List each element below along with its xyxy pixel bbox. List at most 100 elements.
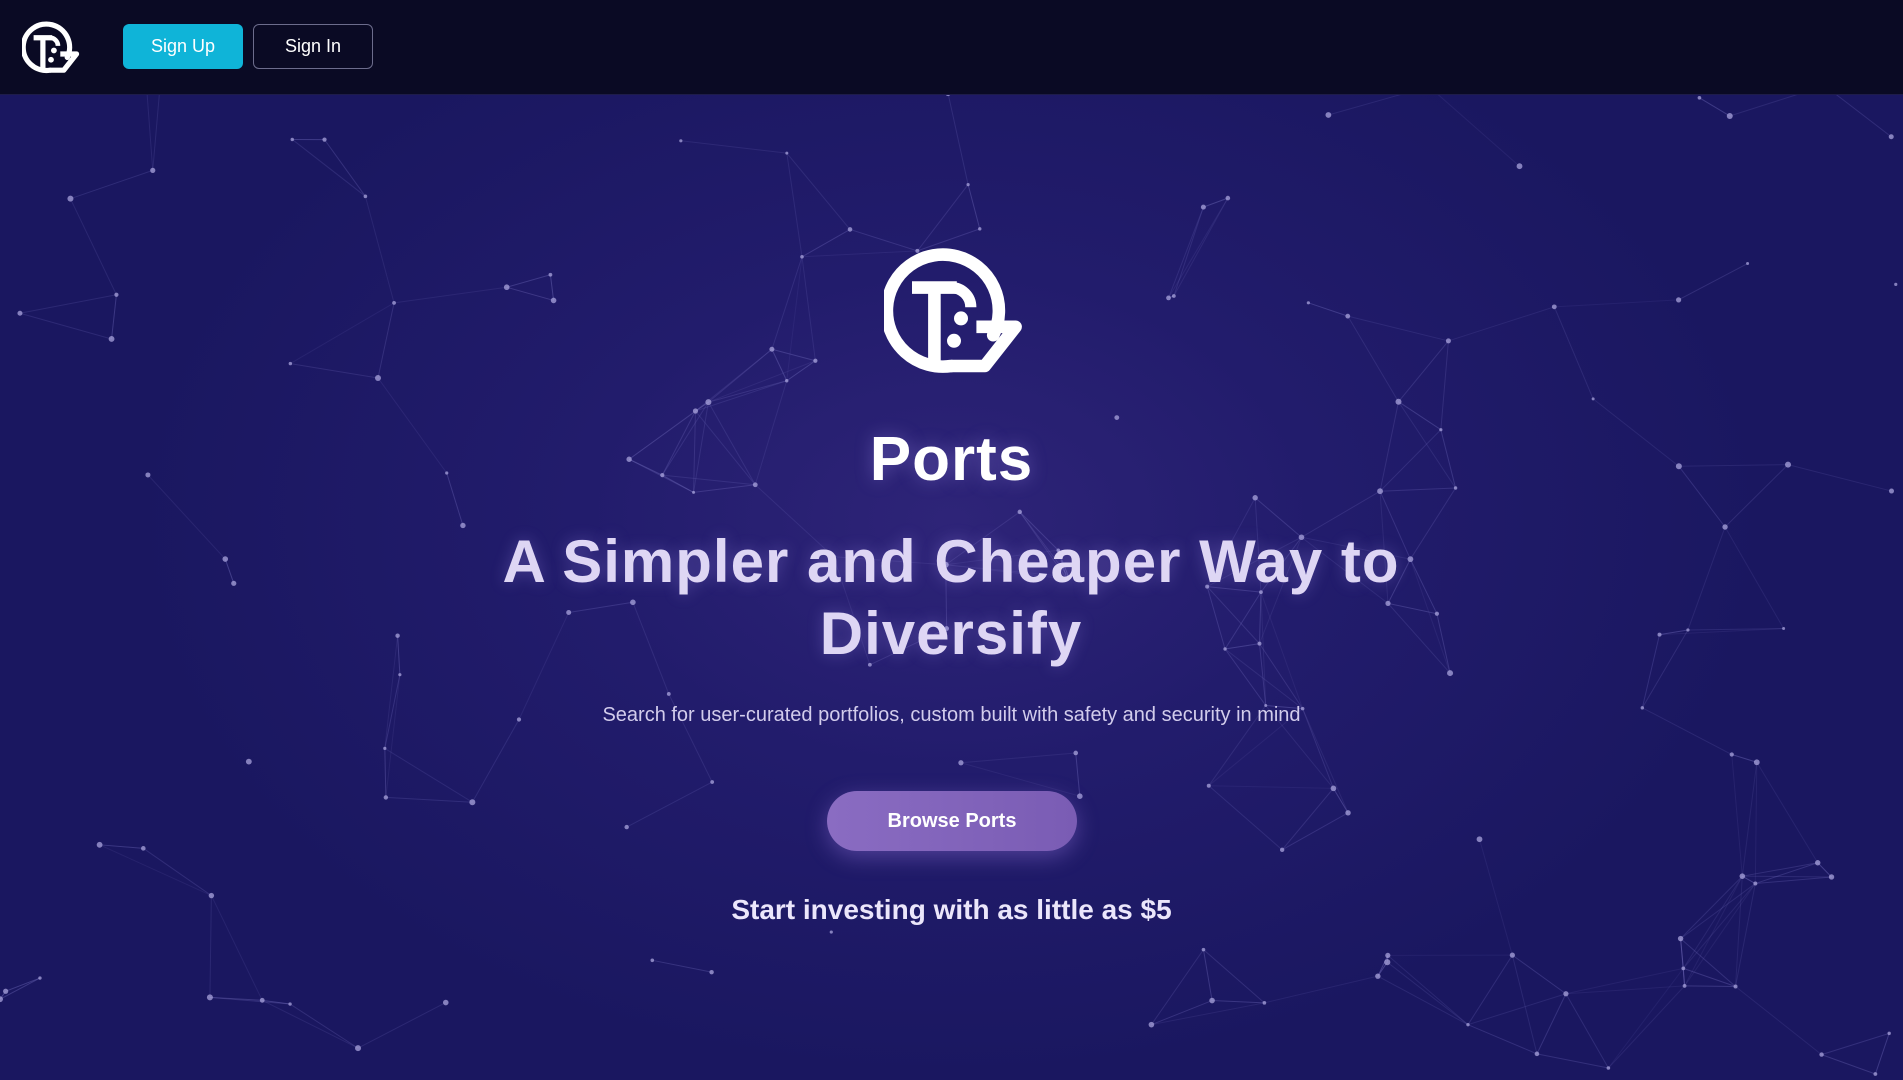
network-line <box>1683 967 1736 987</box>
network-line <box>967 184 981 229</box>
network-line <box>1386 961 1469 1026</box>
network-line <box>626 781 713 828</box>
network-line <box>5 977 41 992</box>
network-line <box>1565 967 1684 995</box>
network-node <box>1887 1031 1891 1036</box>
browse-ports-button[interactable]: Browse Ports <box>827 791 1077 851</box>
network-line <box>549 274 555 301</box>
network-node <box>288 361 293 366</box>
network-line <box>290 363 379 379</box>
network-node <box>1262 1001 1267 1005</box>
ports-logo-icon[interactable] <box>22 18 80 76</box>
network-line <box>384 748 387 798</box>
network-node <box>150 167 156 173</box>
network-line <box>1874 1033 1890 1075</box>
network-node <box>1225 195 1231 201</box>
network-node <box>785 151 789 155</box>
network-node <box>1509 952 1515 958</box>
network-line <box>1377 961 1388 977</box>
network-node <box>1073 750 1079 756</box>
network-node <box>288 1002 292 1006</box>
network-node <box>395 633 400 638</box>
network-line <box>1347 315 1399 402</box>
network-line <box>1168 206 1204 299</box>
network-line <box>1608 985 1685 1069</box>
network-line <box>1817 862 1832 878</box>
network-node <box>1753 881 1758 886</box>
network-line <box>19 312 112 340</box>
network-line <box>1512 954 1567 995</box>
network-node <box>222 556 229 562</box>
network-line <box>1607 968 1684 1069</box>
network-node <box>1114 415 1120 420</box>
network-line <box>1756 762 1819 864</box>
network-line <box>1398 340 1449 403</box>
network-line <box>771 348 816 362</box>
network-node <box>1563 991 1569 997</box>
network-line <box>385 674 401 798</box>
network-line <box>947 93 969 185</box>
network-node <box>800 255 804 259</box>
network-node <box>1726 112 1733 119</box>
network-node <box>624 824 629 830</box>
network-line <box>1659 629 1689 636</box>
network-line <box>1202 949 1213 1001</box>
network-node <box>1325 112 1332 118</box>
network-node <box>3 988 9 994</box>
network-line <box>960 752 1076 764</box>
network-line <box>506 286 554 301</box>
network-node <box>141 846 146 851</box>
network-node <box>1819 1052 1824 1057</box>
network-node <box>1345 313 1351 319</box>
network-line <box>377 302 395 379</box>
network-node <box>1017 509 1022 515</box>
network-node <box>1746 262 1750 266</box>
network-node <box>1375 973 1381 979</box>
network-line <box>786 153 803 257</box>
network-line <box>262 999 291 1005</box>
network-node <box>1166 295 1171 301</box>
network-line <box>1208 785 1283 851</box>
network-line <box>1684 985 1736 988</box>
network-line <box>652 959 712 973</box>
network-line <box>1742 875 1832 878</box>
network-node <box>1516 163 1523 170</box>
network-line <box>1208 785 1334 789</box>
network-node <box>374 374 381 381</box>
sign-in-button[interactable]: Sign In <box>253 24 373 69</box>
network-node <box>1894 282 1898 287</box>
network-line <box>801 228 851 258</box>
page: Sign Up Sign In Ports A Simpler and Chea… <box>0 0 1903 1080</box>
sign-up-button[interactable]: Sign Up <box>123 24 243 69</box>
network-node <box>1697 96 1702 100</box>
network-line <box>1641 634 1661 708</box>
network-node <box>710 780 715 784</box>
network-node <box>679 139 683 143</box>
network-line <box>384 635 399 749</box>
network-node <box>1201 947 1206 952</box>
network-line <box>1680 938 1736 987</box>
network-node <box>550 297 557 304</box>
network-node <box>709 969 714 975</box>
network-node <box>17 310 23 316</box>
network-node <box>503 284 510 291</box>
network-node <box>1686 628 1690 632</box>
network-line <box>1754 762 1758 884</box>
network-line <box>695 348 773 412</box>
network-node <box>469 799 476 806</box>
network-node <box>1657 632 1662 637</box>
network-node <box>363 194 368 199</box>
network-line <box>471 719 520 803</box>
network-node <box>392 301 396 305</box>
network-line <box>786 256 803 381</box>
network-node <box>1330 785 1337 792</box>
network-node <box>813 358 818 363</box>
network-node <box>1447 670 1454 677</box>
network-line <box>1168 295 1175 299</box>
network-node <box>1551 304 1557 310</box>
network-line <box>1682 968 1686 986</box>
network-line <box>1735 876 1743 987</box>
network-line <box>1467 1024 1538 1055</box>
network-line <box>19 294 117 314</box>
network-line <box>364 196 395 304</box>
